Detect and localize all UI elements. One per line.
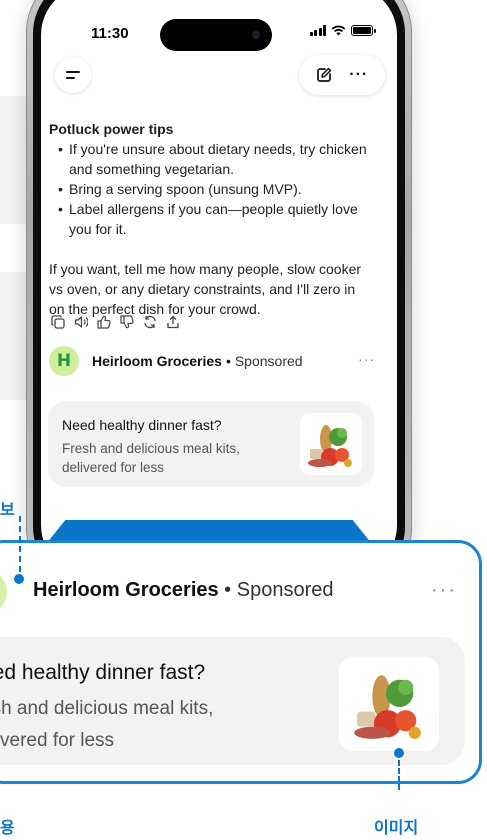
ad-header: H Heirloom Groceries • Sponsored ···: [49, 345, 379, 377]
message-actions: [51, 315, 180, 329]
ellipsis-icon[interactable]: ···: [349, 66, 368, 84]
advertiser-name[interactable]: Heirloom Groceries: [92, 353, 222, 369]
status-time: 11:30: [91, 25, 129, 42]
ad-image[interactable]: [300, 413, 362, 475]
followup-text: If you want, tell me how many people, sl…: [49, 261, 362, 317]
compose-icon[interactable]: [316, 67, 332, 83]
signal-icon: [309, 25, 326, 36]
ad-title: eed healthy dinner fast?: [0, 661, 206, 684]
dynamic-island: [160, 19, 272, 51]
thumbs-up-icon[interactable]: [97, 315, 111, 329]
assistant-message: Potluck power tips If you're unsure abou…: [49, 119, 369, 319]
callout-line: [398, 760, 400, 790]
refresh-icon[interactable]: [143, 315, 157, 329]
battery-icon: [351, 25, 376, 36]
ad-title: Need healthy dinner fast?: [62, 417, 222, 433]
list-item: If you're unsure about dietary needs, tr…: [49, 139, 369, 179]
share-icon[interactable]: [166, 315, 180, 329]
callout-label-bottom: 용: [0, 818, 15, 837]
sponsored-label: Sponsored: [236, 579, 334, 601]
speaker-icon[interactable]: [74, 315, 88, 329]
advertiser-logo[interactable]: H: [49, 346, 79, 376]
callout-dot: [12, 572, 26, 586]
callout-label-top: 보: [0, 500, 15, 519]
advertiser-name: Heirloom Groceries: [33, 579, 219, 601]
list-item: Bring a serving spoon (unsung MVP).: [49, 179, 369, 199]
ellipsis-icon: ···: [431, 579, 457, 601]
phone-screen: 11:30 ··· Potluck power tips If you're u…: [41, 0, 397, 575]
tips-title: Potluck power tips: [49, 121, 174, 137]
ad-image: [339, 657, 439, 751]
menu-button[interactable]: [55, 57, 91, 93]
callout-label-image: 이미지: [374, 818, 419, 837]
thumbs-down-icon[interactable]: [120, 315, 134, 329]
tips-list: If you're unsure about dietary needs, tr…: [49, 139, 369, 239]
ad-description: esh and delicious meal kits, elivered fo…: [0, 693, 311, 757]
copy-icon[interactable]: [51, 315, 65, 329]
ad-card[interactable]: Need healthy dinner fast? Fresh and deli…: [48, 401, 374, 487]
callout-dot: [392, 746, 406, 760]
separator-dot: •: [225, 353, 231, 369]
top-actions-pill: ···: [299, 55, 385, 95]
status-icons: [309, 25, 376, 36]
description-line: esh and delicious meal kits,: [0, 698, 214, 719]
callout-line: [19, 516, 21, 572]
groceries-image: [354, 675, 421, 739]
separator-dot: •: [218, 579, 237, 601]
list-item: Label allergens if you can—people quietl…: [49, 199, 369, 239]
logo-letter: H: [56, 351, 72, 371]
sponsored-label: Sponsored: [234, 353, 303, 369]
zoomed-ad-panel: Heirloom Groceries • Sponsored ··· eed h…: [0, 540, 482, 784]
wifi-icon: [331, 25, 346, 36]
zoomed-ad-header: Heirloom Groceries • Sponsored: [33, 579, 334, 602]
description-line: elivered for less: [0, 730, 115, 751]
groceries-image: [308, 425, 352, 467]
ellipsis-icon[interactable]: ···: [358, 351, 375, 367]
advertiser-logo: [0, 569, 7, 615]
hamburger-icon: [66, 71, 80, 79]
ad-description: Fresh and delicious meal kits, delivered…: [62, 441, 240, 475]
